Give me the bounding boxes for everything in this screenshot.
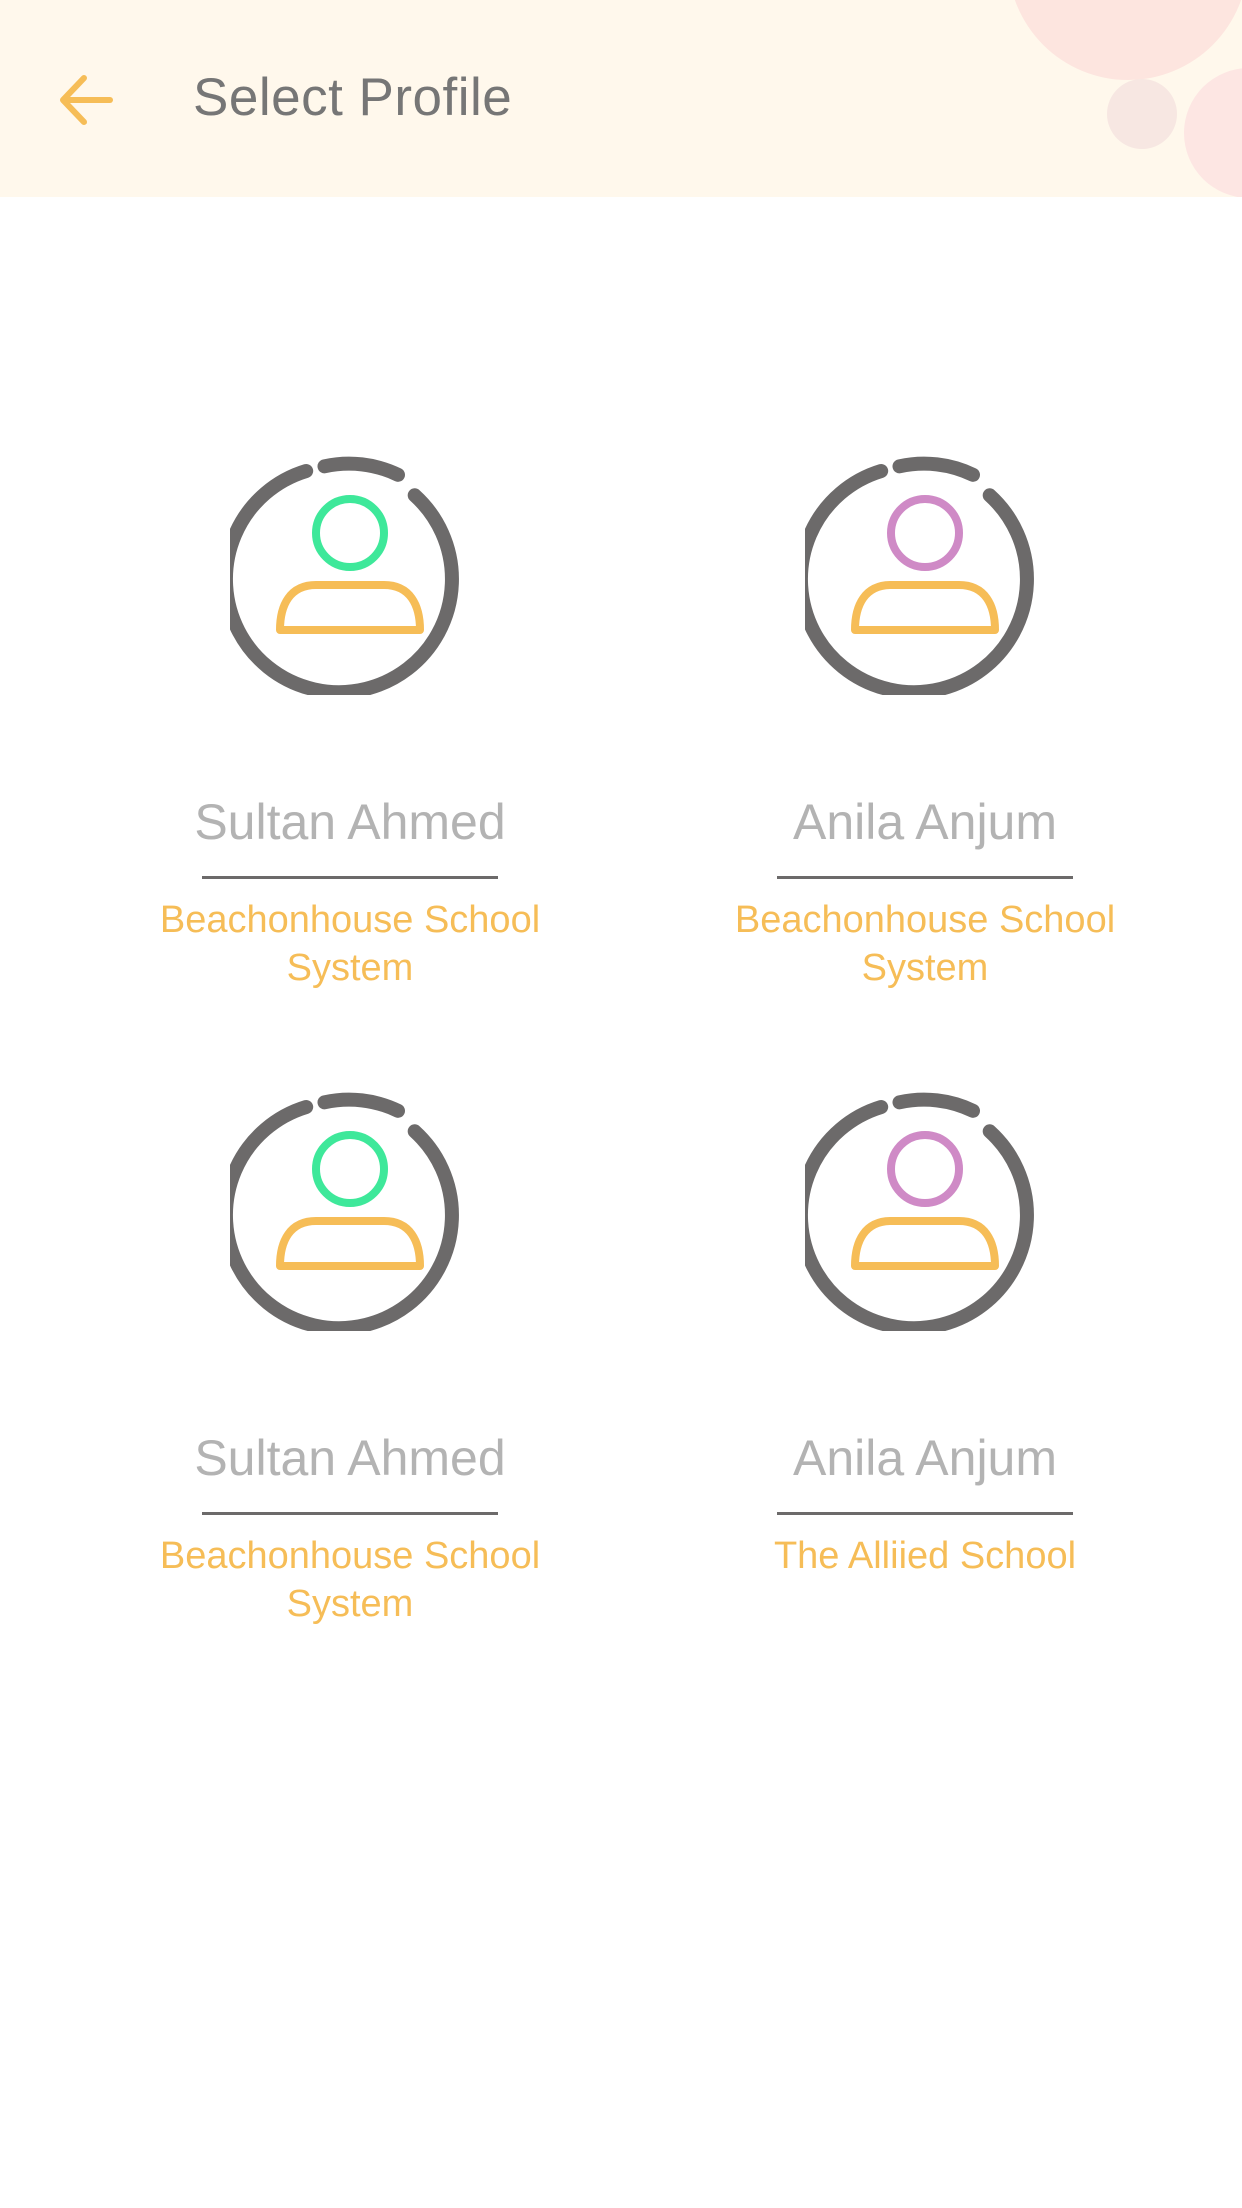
profile-school: The Alliied School [773,1535,1077,1577]
profile-name: Sultan Ahmed [194,1430,506,1486]
decorative-bubble [1107,79,1177,149]
name-divider [777,1512,1073,1515]
name-divider [777,876,1073,879]
user-avatar-icon [805,456,1034,695]
profile-school: Beachonhouse School System [734,899,1116,989]
profile-school: Beachonhouse School System [159,1535,541,1625]
profile-name: Anila Anjum [792,794,1058,850]
profile-name: Anila Anjum [792,1430,1058,1486]
decorative-bubble [1184,68,1242,197]
profile-name: Sultan Ahmed [194,794,506,850]
page-title: Select Profile [193,68,513,127]
back-button[interactable] [46,60,126,140]
name-divider [202,1512,498,1515]
name-divider [202,876,498,879]
decorative-bubble [1008,0,1242,80]
arrow-left-icon [60,75,113,125]
top-app-bar: Select Profile [0,0,1242,197]
profile-school: Beachonhouse School System [159,899,541,989]
user-avatar-icon [805,1092,1034,1331]
user-avatar-icon [230,1092,459,1331]
user-avatar-icon [230,456,459,695]
